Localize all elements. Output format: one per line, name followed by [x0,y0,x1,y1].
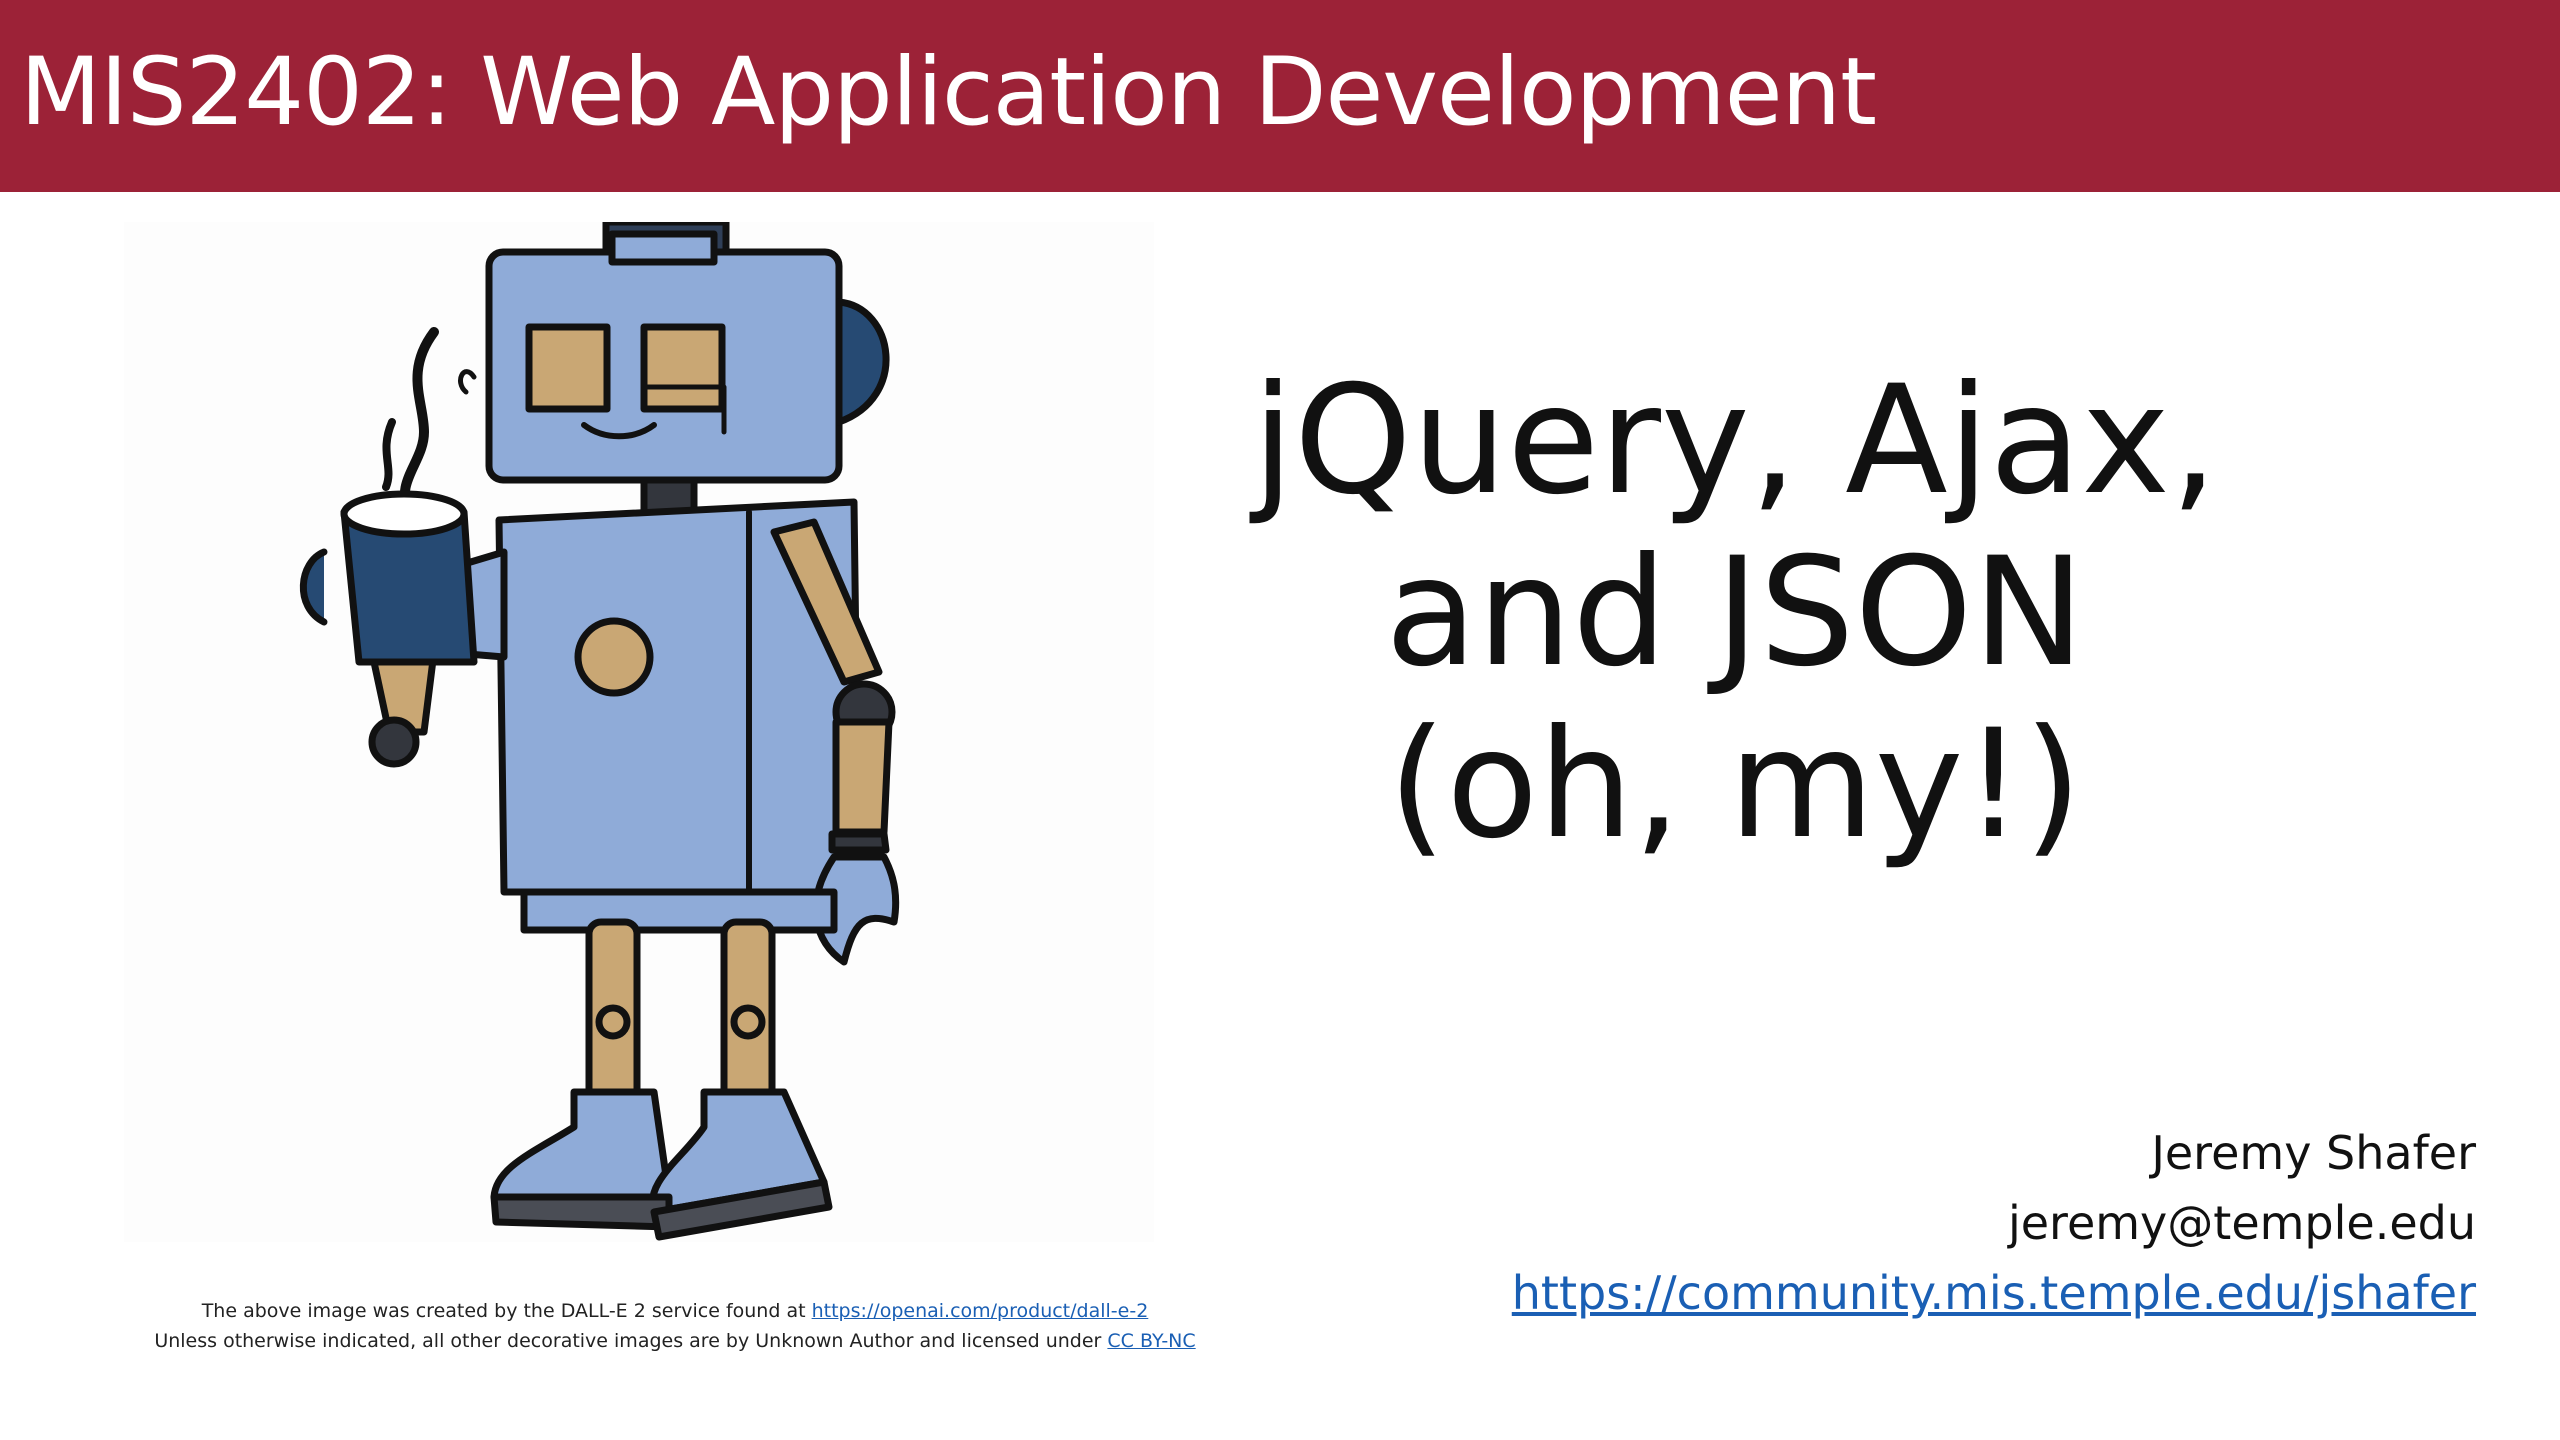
author-url-link[interactable]: https://community.mis.temple.edu/jshafer [1512,1266,2476,1320]
credit-line-2: Unless otherwise indicated, all other de… [120,1326,1230,1356]
dall-e-link[interactable]: https://openai.com/product/dall-e-2 [812,1300,1149,1322]
title-banner: MIS2402: Web Application Development [0,0,2560,192]
title-line-1: jQuery, Ajax, [1252,354,2218,528]
author-email: jeremy@temple.edu [2007,1196,2476,1250]
image-credits: The above image was created by the DALL-… [120,1296,1230,1356]
presentation-title: jQuery, Ajax, and JSON (oh, my!) [1220,355,2250,871]
robot-illustration [124,222,1154,1242]
credit-text-2: Unless otherwise indicated, all other de… [154,1330,1108,1352]
author-block: Jeremy Shafer jeremy@temple.edu https://… [1512,1118,2476,1328]
robot-image [299,222,900,1241]
author-name: Jeremy Shafer [2151,1126,2476,1180]
title-line-2: and JSON [1385,526,2085,700]
title-line-3: (oh, my!) [1387,698,2083,872]
credit-line-1: The above image was created by the DALL-… [120,1296,1230,1326]
license-link[interactable]: CC BY-NC [1107,1330,1195,1352]
course-title: MIS2402: Web Application Development [20,38,1877,147]
slide: MIS2402: Web Application Development jQu… [0,0,2560,1440]
credit-text-1: The above image was created by the DALL-… [201,1300,812,1322]
